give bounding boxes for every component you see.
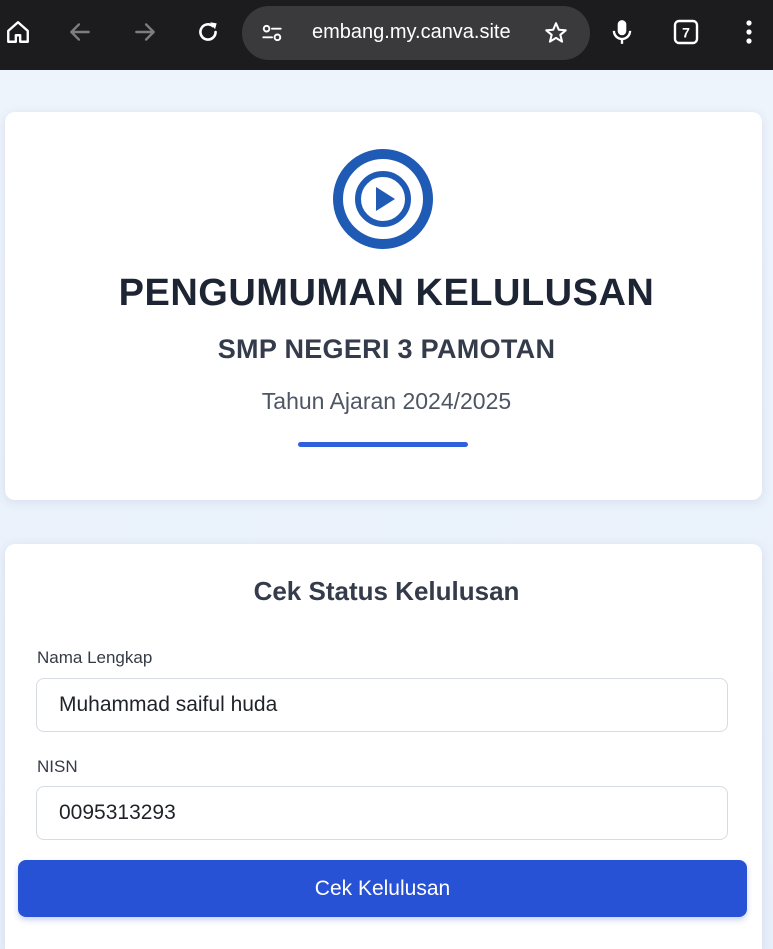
home-icon[interactable] [0,14,36,50]
academic-year: Tahun Ajaran 2024/2025 [261,388,512,414]
nisn-label: NISN [37,757,78,776]
forward-icon[interactable] [127,14,163,50]
browser-toolbar: embang.my.canva.site 7 [0,0,773,70]
more-icon[interactable] [731,14,767,50]
title-divider [298,442,468,447]
play-circle-icon [331,147,435,251]
page-title: PENGUMUMAN KELULUSAN [118,272,655,314]
reload-icon[interactable] [190,14,226,50]
tab-count: 7 [682,25,690,41]
name-field[interactable] [36,678,728,732]
site-settings-icon[interactable] [254,15,290,51]
back-icon[interactable] [62,14,98,50]
mic-icon[interactable] [604,14,640,50]
tabs-icon[interactable]: 7 [668,14,704,50]
nisn-field[interactable] [36,786,728,840]
url-text[interactable]: embang.my.canva.site [312,21,522,44]
check-graduation-button[interactable]: Cek Kelulusan [18,860,747,917]
star-icon[interactable] [538,15,574,51]
school-name: SMP NEGERI 3 PAMOTAN [217,334,556,364]
name-label: Nama Lengkap [37,648,153,667]
address-bar[interactable]: embang.my.canva.site [242,6,590,60]
form-title: Cek Status Kelulusan [253,576,520,606]
